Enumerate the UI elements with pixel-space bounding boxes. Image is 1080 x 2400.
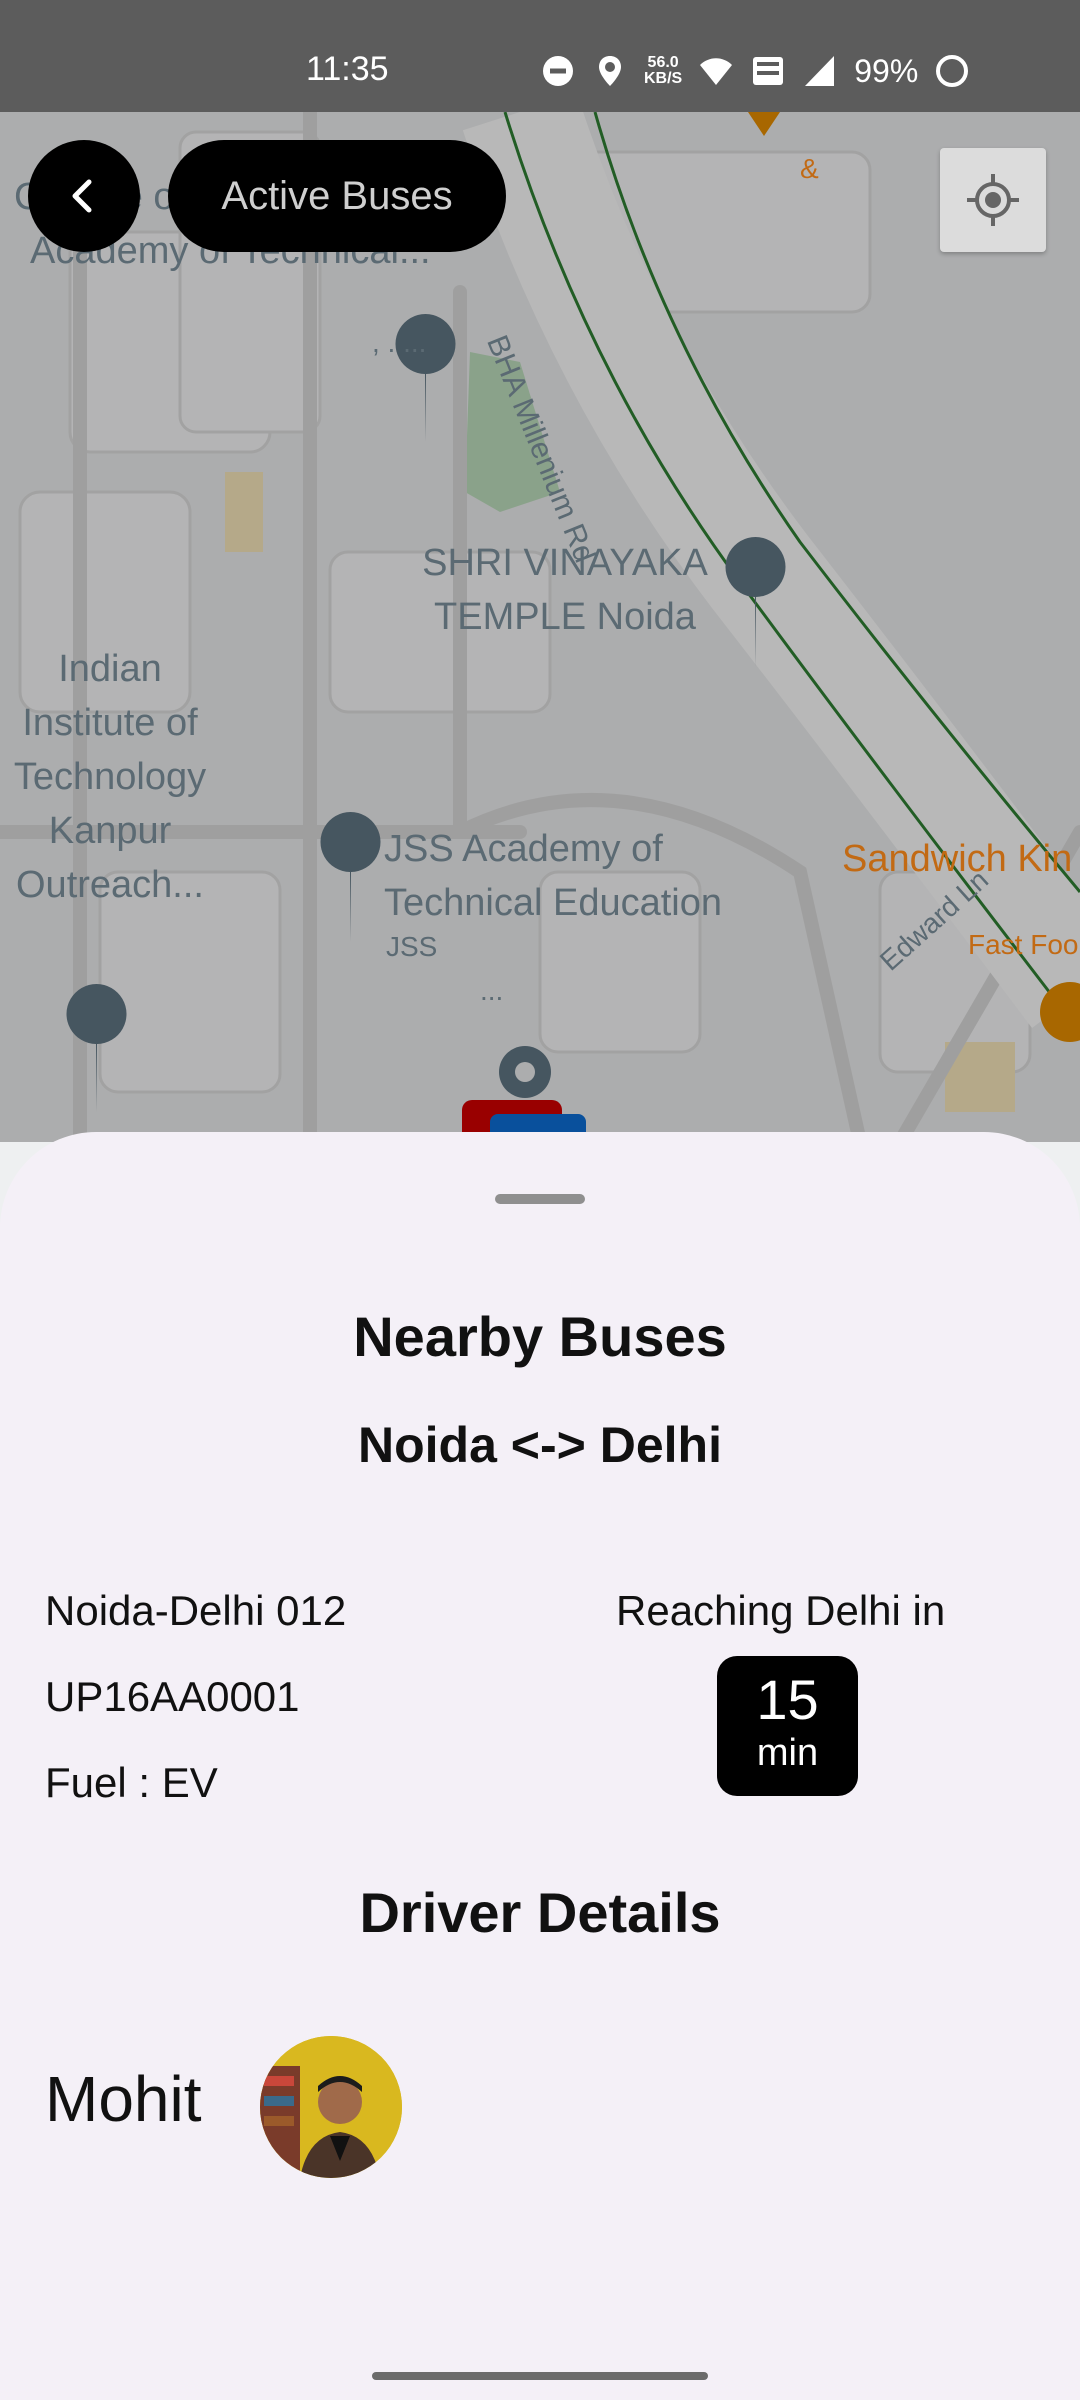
- my-location-button[interactable]: [940, 148, 1046, 252]
- net-speed-unit: KB/S: [644, 70, 683, 87]
- map-view[interactable]: College of Academy of Technical... , . .…: [0, 112, 1080, 1142]
- driver-name: Mohit: [45, 2063, 202, 2135]
- volte-icon: [753, 57, 784, 85]
- map-label-temple: SHRI VINAYAKA TEMPLE Noida: [422, 542, 708, 638]
- net-speed-value: 56.0: [647, 54, 679, 71]
- home-indicator[interactable]: [372, 2372, 708, 2380]
- route-title: Noida <-> Delhi: [358, 1417, 722, 1473]
- eta-value: 15: [756, 1668, 819, 1731]
- bottom-sheet[interactable]: Nearby Buses Noida <-> Delhi Noida-Delhi…: [0, 1132, 1080, 2400]
- map-label-dots: , . ...: [372, 327, 427, 358]
- map-label-ampersand: &: [800, 153, 819, 184]
- eta-unit: min: [756, 1732, 819, 1774]
- location-icon: [599, 56, 621, 86]
- map-label-iit: Indian Institute of Technology Kanpur Ou…: [13, 648, 207, 906]
- wifi-icon: [700, 58, 733, 85]
- net-speed: 56.0 KB/S: [644, 55, 682, 87]
- sheet-drag-handle[interactable]: [495, 1194, 585, 1204]
- status-icons: 56.0 KB/S 99%: [540, 46, 970, 96]
- map-label-fastfood: Fast Foo: [968, 929, 1079, 960]
- active-buses-title[interactable]: Active Buses: [168, 140, 506, 252]
- bus-info: Noida-Delhi 012 UP16AA0001 Fuel : EV: [45, 1568, 346, 1826]
- battery-icon: [936, 55, 969, 87]
- driver-avatar[interactable]: [260, 2036, 402, 2178]
- status-time: 11:35: [306, 50, 389, 88]
- status-bar: 11:35 56.0 KB/S 99%: [0, 0, 1080, 112]
- signal-icon: [805, 56, 835, 86]
- back-button[interactable]: [28, 140, 140, 252]
- bus-fuel: Fuel : EV: [45, 1759, 218, 1806]
- battery-percent: 99%: [854, 52, 919, 89]
- bus-name: Noida-Delhi 012: [45, 1587, 347, 1634]
- eta-badge: 15 min: [717, 1656, 858, 1796]
- dnd-icon: [543, 56, 573, 86]
- map-label-sandwich: Sandwich Kin: [842, 838, 1073, 880]
- bus-registration: UP16AA0001: [45, 1673, 300, 1720]
- sheet-title: Nearby Buses: [353, 1305, 727, 1368]
- chevron-left-icon: [72, 179, 92, 213]
- map-label-jss: JSS Academy of Technical Education: [384, 828, 722, 924]
- map-label-jss-more: ...: [480, 975, 504, 1006]
- driver-photo: [260, 2036, 402, 2178]
- my-location-icon: [967, 174, 1019, 226]
- driver-section-title: Driver Details: [359, 1881, 721, 1944]
- map-label-jss-short: JSS: [386, 931, 438, 962]
- eta-label: Reaching Delhi in: [616, 1587, 946, 1634]
